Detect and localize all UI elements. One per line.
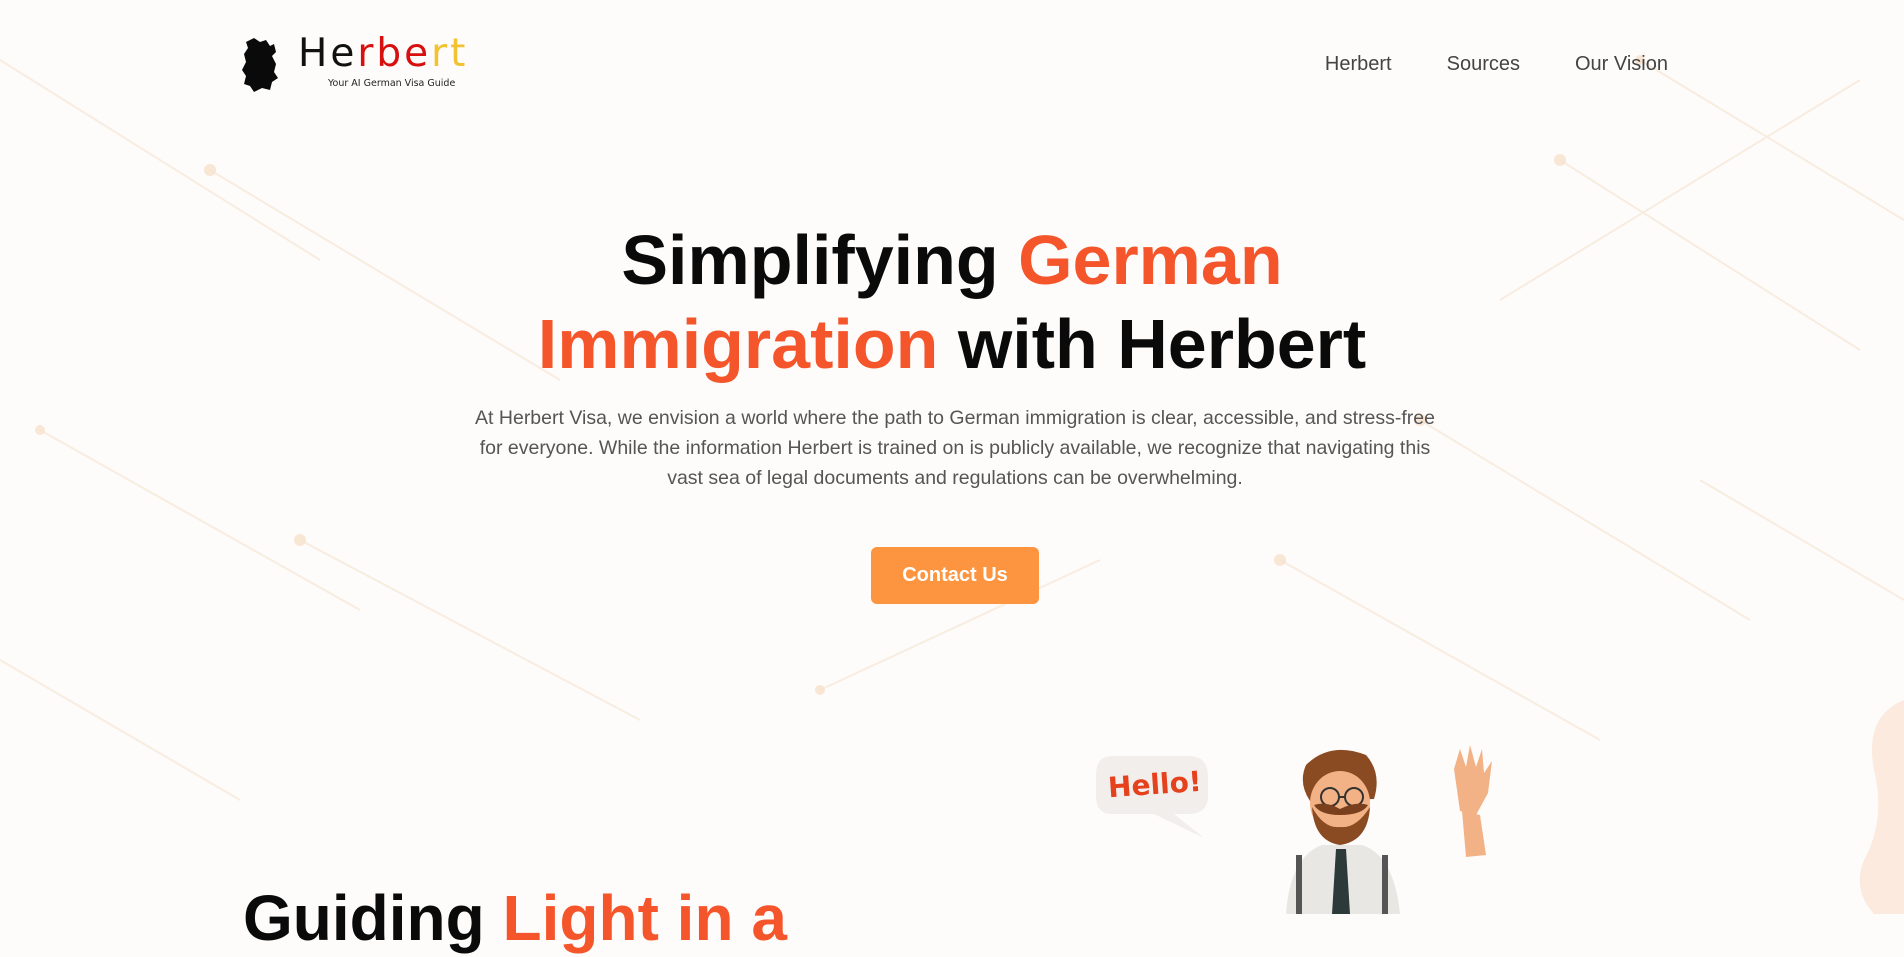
main-nav: Herbert Sources Our Vision [1325, 53, 1668, 76]
hero-description: At Herbert Visa, we envision a world whe… [475, 407, 1435, 489]
page: Herbert Your AI German Visa Guide Herber… [0, 0, 1904, 954]
hero-title: Simplifying German Immigration with Herb… [0, 218, 1904, 386]
nav-link-sources[interactable]: Sources [1447, 53, 1520, 76]
herbert-mascot-icon [1286, 745, 1492, 914]
hero-title-plain-2: with Herbert [938, 305, 1367, 383]
section-title-plain: Guiding [243, 882, 503, 954]
brand-tagline: Your AI German Visa Guide [328, 78, 456, 89]
mascot-speech-text: Hello! [1106, 764, 1203, 805]
hero-title-accent-2: Immigration [537, 305, 939, 383]
nav-link-herbert[interactable]: Herbert [1325, 53, 1392, 76]
brand-part-2: rbe [357, 31, 432, 76]
contact-us-button[interactable]: Contact Us [871, 547, 1039, 604]
hero-title-accent-1: German [1018, 221, 1283, 299]
nav-link-our-vision[interactable]: Our Vision [1575, 53, 1668, 76]
brand-logo-text[interactable]: Herbert [298, 34, 468, 73]
section-title: Guiding Light in a [243, 880, 787, 957]
brand-part-1: He [298, 31, 358, 76]
hero-title-plain-1: Simplifying [621, 221, 1019, 299]
decorative-blob [1859, 700, 1904, 914]
brand-part-3: rt [431, 31, 469, 76]
section-title-accent: Light in a [502, 882, 787, 954]
